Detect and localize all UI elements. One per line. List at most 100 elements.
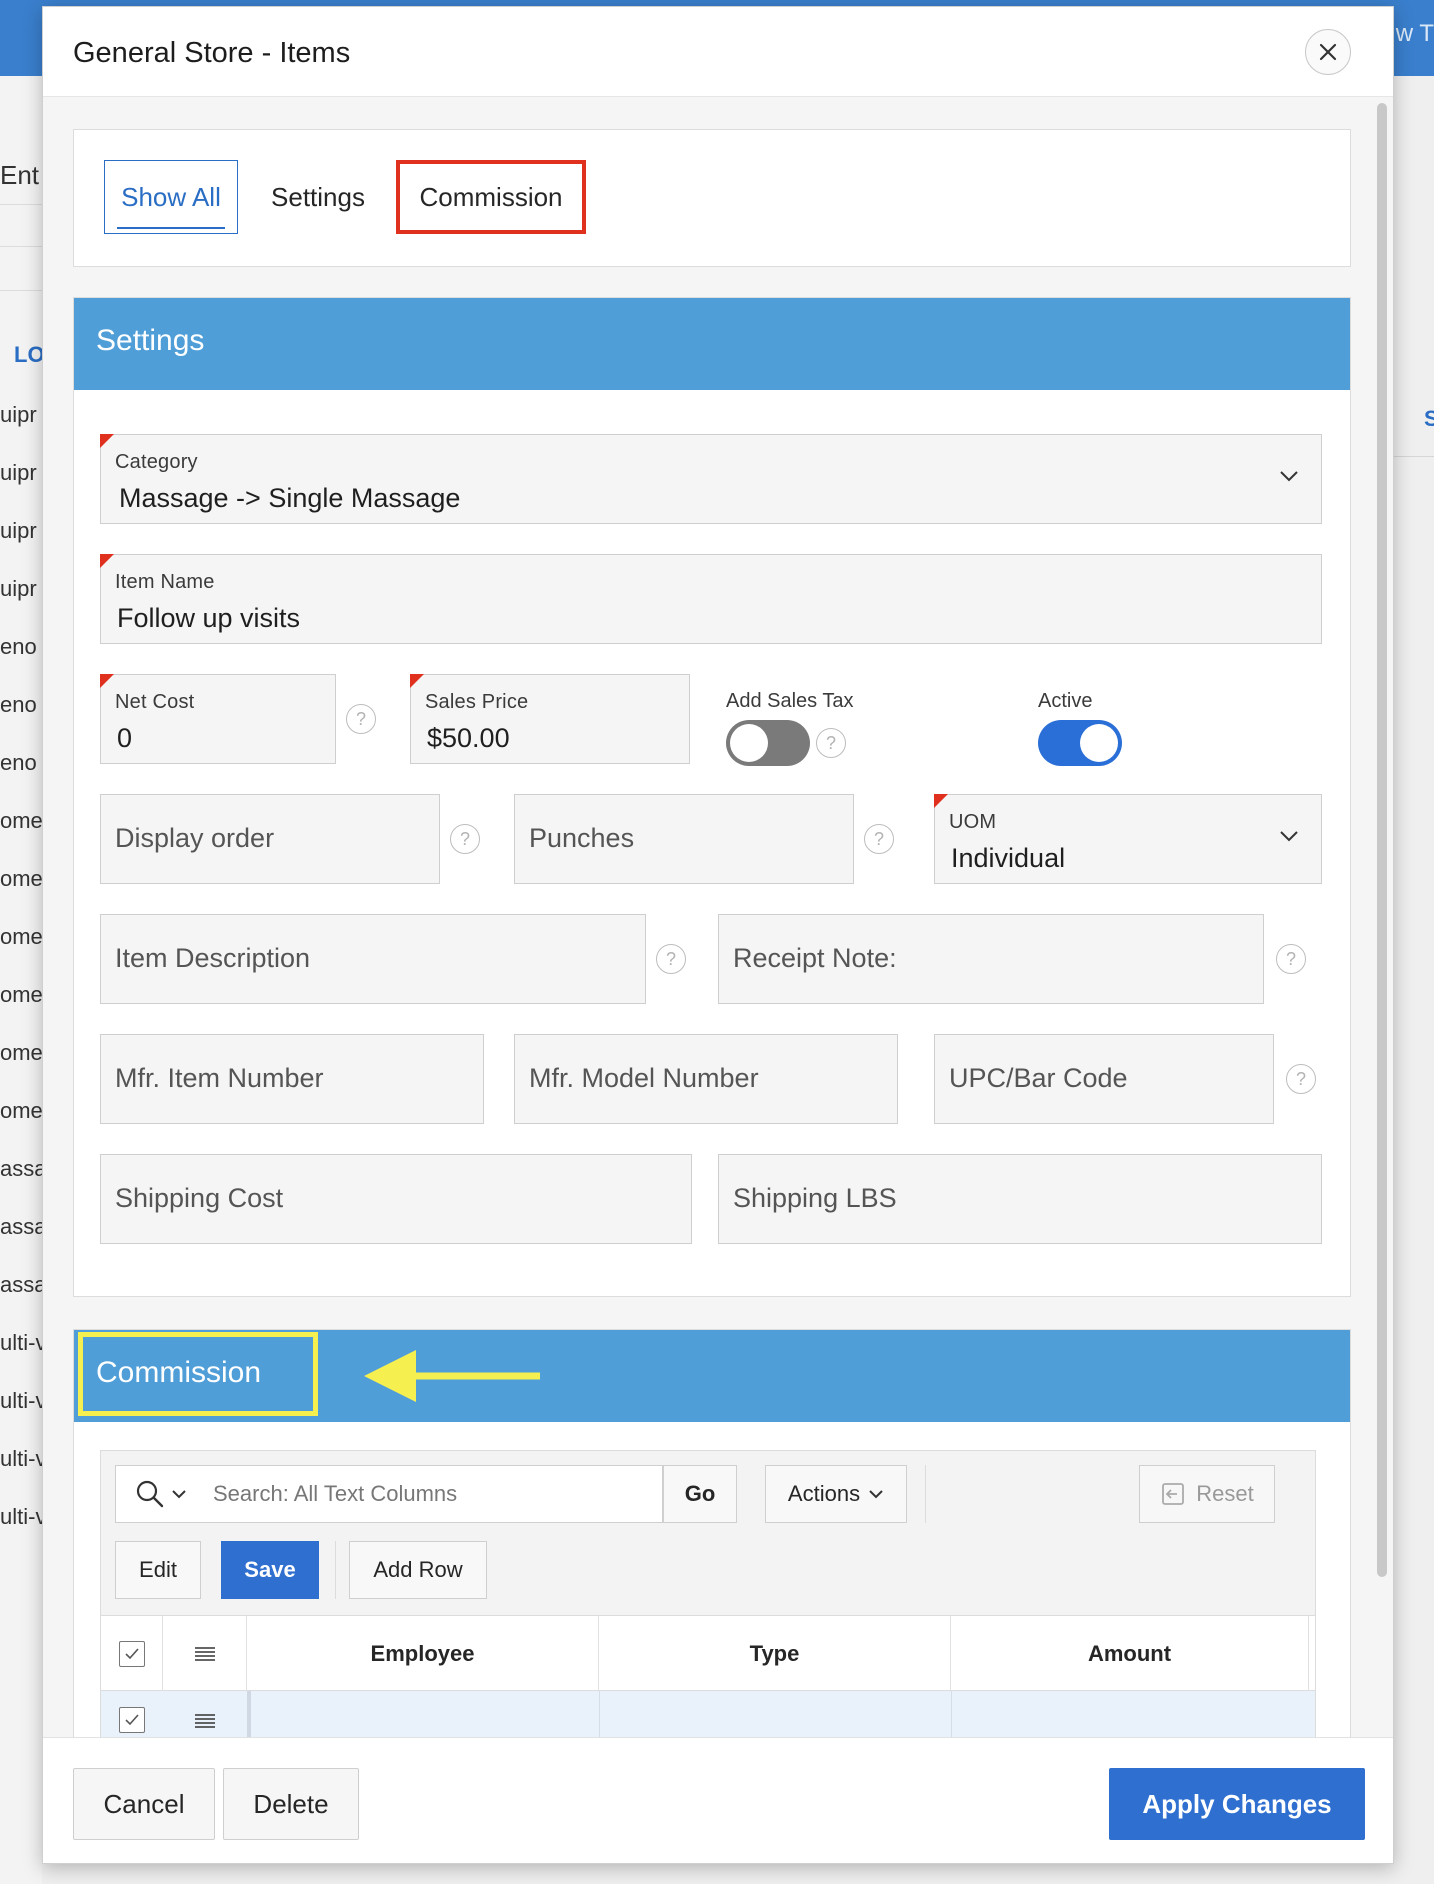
dialog-scrollbar[interactable]	[1377, 103, 1387, 1577]
background-text-fragment: assa	[0, 1272, 42, 1297]
item-name-value: Follow up visits	[117, 603, 301, 633]
upc-barcode-field[interactable]: UPC/Bar Code	[934, 1034, 1274, 1124]
toolbar-divider	[335, 1541, 336, 1599]
mfr-item-number-field[interactable]: Mfr. Item Number	[100, 1034, 484, 1124]
row-cell-divider	[247, 1691, 251, 1737]
column-header-type[interactable]: Type	[599, 1616, 951, 1692]
background-text-fragment: eno	[0, 750, 37, 775]
item-description-field[interactable]: Item Description	[100, 914, 646, 1004]
shipping-cost-field[interactable]: Shipping Cost	[100, 1154, 692, 1244]
help-icon[interactable]: ?	[450, 824, 480, 854]
sales-price-label: Sales Price	[425, 691, 529, 713]
upc-barcode-placeholder: UPC/Bar Code	[949, 1063, 1128, 1093]
active-label: Active	[1038, 690, 1093, 712]
sales-price-field[interactable]: Sales Price $50.00	[410, 674, 690, 764]
search-input[interactable]: Search: All Text Columns	[193, 1465, 663, 1523]
checkmark-icon	[124, 1648, 139, 1660]
grid-header-row: Employee Type Amount	[101, 1615, 1315, 1692]
add-sales-tax-toggle[interactable]	[726, 720, 810, 766]
delete-button[interactable]: Delete	[223, 1768, 359, 1840]
hamburger-menu-icon	[194, 1647, 215, 1661]
add-row-button[interactable]: Add Row	[349, 1541, 487, 1599]
hamburger-menu-icon[interactable]	[193, 1711, 217, 1731]
edit-button[interactable]: Edit	[115, 1541, 201, 1599]
row-select-checkbox[interactable]	[119, 1707, 145, 1733]
cancel-button[interactable]: Cancel	[73, 1768, 215, 1840]
shipping-lbs-placeholder: Shipping LBS	[733, 1183, 897, 1213]
background-text-fragment: ome	[0, 1040, 42, 1065]
background-text-fragment: assa	[0, 1156, 42, 1181]
category-select[interactable]: Category Massage -> Single Massage	[100, 434, 1322, 524]
dialog-footer: Cancel Delete Apply Changes	[43, 1737, 1393, 1863]
commission-region-header: Commission	[74, 1330, 1350, 1422]
close-button[interactable]	[1305, 29, 1351, 75]
help-icon[interactable]: ?	[864, 824, 894, 854]
help-icon[interactable]: ?	[656, 944, 686, 974]
item-edit-dialog: General Store - Items Show All Settings …	[42, 6, 1394, 1864]
tab-commission[interactable]: Commission	[396, 160, 586, 234]
help-icon[interactable]: ?	[346, 704, 376, 734]
apply-changes-button[interactable]: Apply Changes	[1109, 1768, 1365, 1840]
commission-grid: Search: All Text Columns Go Actions Rese…	[100, 1450, 1316, 1737]
tab-show-all[interactable]: Show All	[104, 160, 238, 234]
background-header-fragment: w T	[1395, 20, 1434, 47]
row-actions-header[interactable]	[163, 1616, 247, 1692]
item-name-label: Item Name	[115, 571, 215, 593]
punches-placeholder: Punches	[529, 823, 635, 853]
tab-settings[interactable]: Settings	[246, 160, 390, 234]
highlight-annotation-box	[78, 1332, 318, 1416]
column-header-employee[interactable]: Employee	[247, 1616, 599, 1692]
actions-menu-button[interactable]: Actions	[765, 1465, 907, 1523]
dialog-header: General Store - Items	[43, 7, 1393, 97]
checkmark-icon	[125, 1714, 139, 1726]
background-column-header-fragment: S	[1424, 406, 1434, 431]
active-toggle[interactable]	[1038, 720, 1122, 766]
item-name-field[interactable]: Item Name Follow up visits	[100, 554, 1322, 644]
reset-button[interactable]: Reset	[1139, 1465, 1275, 1523]
background-table-right-edge: S	[1394, 76, 1434, 1884]
reset-icon	[1162, 1483, 1185, 1505]
reset-label: Reset	[1196, 1481, 1254, 1506]
background-text-fragment: uipr	[0, 460, 37, 485]
receipt-note-field[interactable]: Receipt Note:	[718, 914, 1264, 1004]
shipping-lbs-field[interactable]: Shipping LBS	[718, 1154, 1322, 1244]
arrow-left-annotation-icon	[364, 1350, 540, 1402]
background-text-fragment: uipr	[0, 402, 37, 427]
help-icon[interactable]: ?	[1286, 1064, 1316, 1094]
required-marker	[410, 674, 424, 688]
column-header-amount[interactable]: Amount	[951, 1616, 1309, 1692]
commission-region: Commission Search: All Text Columns Go A…	[73, 1329, 1351, 1737]
region-tabs: Show All Settings Commission	[73, 129, 1351, 267]
shipping-cost-placeholder: Shipping Cost	[115, 1183, 284, 1213]
category-label: Category	[115, 451, 198, 473]
actions-label: Actions	[787, 1481, 861, 1506]
uom-label: UOM	[949, 811, 997, 833]
net-cost-field[interactable]: Net Cost 0	[100, 674, 336, 764]
add-sales-tax-label: Add Sales Tax	[726, 690, 854, 712]
punches-field[interactable]: Punches	[514, 794, 854, 884]
receipt-note-placeholder: Receipt Note:	[733, 943, 897, 973]
settings-region-title: Settings	[96, 324, 205, 357]
dialog-title: General Store - Items	[73, 37, 351, 69]
settings-region: Settings Category Massage -> Single Mass…	[73, 297, 1351, 1297]
chevron-down-icon	[1280, 831, 1298, 842]
background-text-fragment: uipr	[0, 576, 37, 601]
table-row[interactable]	[101, 1691, 1315, 1737]
net-cost-label: Net Cost	[115, 691, 195, 713]
background-text-fragment: eno	[0, 692, 37, 717]
go-button[interactable]: Go	[663, 1465, 737, 1523]
mfr-model-number-field[interactable]: Mfr. Model Number	[514, 1034, 898, 1124]
required-marker	[934, 794, 948, 808]
required-marker	[100, 674, 114, 688]
background-text-fragment: ome	[0, 924, 42, 949]
save-button[interactable]: Save	[221, 1541, 319, 1599]
mfr-item-number-placeholder: Mfr. Item Number	[115, 1063, 324, 1093]
uom-select[interactable]: UOM Individual	[934, 794, 1322, 884]
help-icon[interactable]: ?	[816, 728, 846, 758]
net-cost-value: 0	[117, 723, 133, 753]
help-icon[interactable]: ?	[1276, 944, 1306, 974]
background-text-fragment: ulti-v	[0, 1446, 42, 1471]
select-all-checkbox[interactable]	[118, 1641, 145, 1667]
chevron-down-icon	[869, 1490, 883, 1499]
display-order-field[interactable]: Display order	[100, 794, 440, 884]
